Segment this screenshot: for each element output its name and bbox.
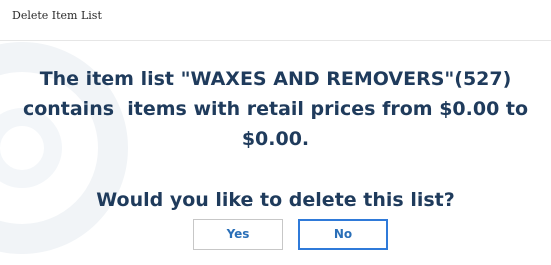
dialog-question: Would you like to delete this list? xyxy=(96,189,455,211)
dialog-titlebar: Delete Item List xyxy=(0,0,551,41)
message-line-1: The item list "WAXES AND REMOVERS"(527) xyxy=(39,68,512,90)
dialog-message: The item list "WAXES AND REMOVERS"(527) … xyxy=(0,64,551,154)
dialog-title: Delete Item List xyxy=(12,9,102,22)
message-line-2: contains items with retail prices from $… xyxy=(22,98,529,120)
yes-button[interactable]: Yes xyxy=(193,219,283,250)
message-line-3: $0.00. xyxy=(241,128,310,150)
delete-item-list-dialog: Delete Item List The item list "WAXES AN… xyxy=(0,0,551,265)
no-button[interactable]: No xyxy=(298,219,388,250)
